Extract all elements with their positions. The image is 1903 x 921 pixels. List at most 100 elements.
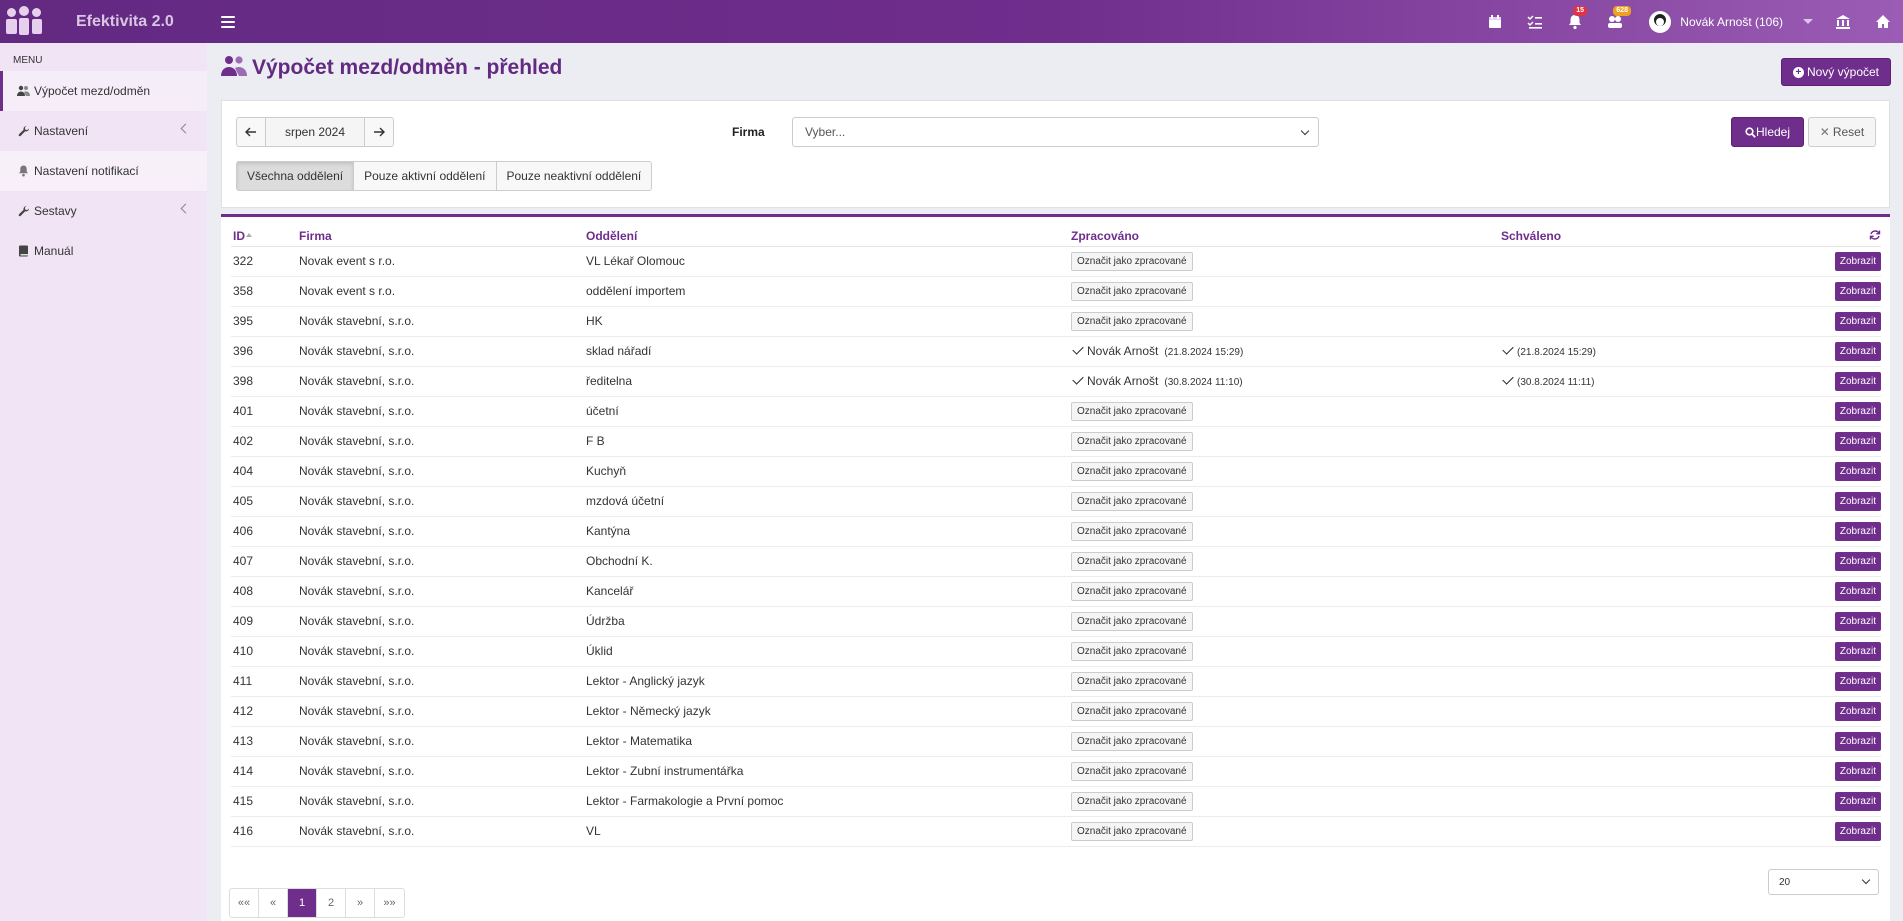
notifications-bell-icon[interactable]: 15: [1567, 5, 1588, 30]
show-button[interactable]: Zobrazit: [1834, 401, 1881, 421]
calculations-table: ID Firma Oddělení Zpracováno Schváleno 3…: [231, 227, 1881, 847]
show-button[interactable]: Zobrazit: [1834, 491, 1881, 511]
calendar-icon[interactable]: [1487, 14, 1503, 30]
show-button[interactable]: Zobrazit: [1834, 671, 1881, 691]
reset-button[interactable]: ✕ Reset: [1808, 117, 1876, 147]
pagination-next[interactable]: »: [346, 889, 375, 917]
sidebar-item-notifikace[interactable]: Nastavení notifikací: [0, 151, 207, 191]
show-button[interactable]: Zobrazit: [1834, 701, 1881, 721]
cell-id: 402: [231, 426, 299, 457]
mark-processed-button[interactable]: Označit jako zpracované: [1071, 251, 1193, 271]
cell-actions: Zobrazit: [1831, 276, 1881, 307]
pagination-last[interactable]: »»: [375, 889, 404, 917]
mark-processed-button[interactable]: Označit jako zpracované: [1071, 461, 1193, 481]
show-button[interactable]: Zobrazit: [1834, 551, 1881, 571]
mark-processed-button[interactable]: Označit jako zpracované: [1071, 491, 1193, 511]
mark-processed-button[interactable]: Označit jako zpracované: [1071, 641, 1193, 661]
cell-id: 404: [231, 456, 299, 487]
segment-all-departments[interactable]: Všechna oddělení: [237, 162, 355, 190]
cell-firma: Novák stavební, s.r.o.: [299, 756, 586, 787]
refresh-icon[interactable]: [1869, 229, 1881, 244]
show-button[interactable]: Zobrazit: [1834, 761, 1881, 781]
firma-select[interactable]: Vyber...: [792, 117, 1319, 147]
menu-toggle-icon[interactable]: [221, 15, 235, 28]
pagination-first[interactable]: ««: [230, 889, 259, 917]
column-header-id[interactable]: ID: [231, 227, 299, 247]
show-button[interactable]: Zobrazit: [1834, 251, 1881, 271]
mark-processed-button[interactable]: Označit jako zpracované: [1071, 611, 1193, 631]
mark-processed-button[interactable]: Označit jako zpracované: [1071, 521, 1193, 541]
column-header-zpracovano[interactable]: Zpracováno: [1071, 227, 1501, 247]
sidebar-item-vypocet[interactable]: Výpočet mezd/odměn: [0, 71, 207, 111]
segment-inactive-departments[interactable]: Pouze neaktivní oddělení: [496, 162, 652, 190]
sidebar-item-nastaveni[interactable]: Nastavení: [0, 111, 207, 151]
mark-processed-button[interactable]: Označit jako zpracované: [1071, 701, 1193, 721]
column-header-firma[interactable]: Firma: [299, 227, 586, 247]
cell-id: 398: [231, 366, 299, 397]
show-button[interactable]: Zobrazit: [1834, 731, 1881, 751]
home-icon[interactable]: [1875, 14, 1891, 30]
show-button[interactable]: Zobrazit: [1834, 821, 1881, 841]
segment-active-departments[interactable]: Pouze aktivní oddělení: [354, 162, 497, 190]
cell-firma: Novák stavební, s.r.o.: [299, 636, 586, 667]
messages-icon[interactable]: 628: [1607, 5, 1631, 30]
cell-actions: Zobrazit: [1831, 816, 1881, 847]
cell-actions: Zobrazit: [1831, 366, 1881, 397]
pagination-prev[interactable]: «: [259, 889, 288, 917]
table-row: 404 Novák stavební, s.r.o. Kuchyň Označit j…: [231, 456, 1881, 487]
mark-processed-button[interactable]: Označit jako zpracované: [1071, 761, 1193, 781]
show-button[interactable]: Zobrazit: [1834, 791, 1881, 811]
cell-actions: Zobrazit: [1831, 336, 1881, 367]
mark-processed-button[interactable]: Označit jako zpracované: [1071, 311, 1193, 331]
mark-processed-button[interactable]: Označit jako zpracované: [1071, 281, 1193, 301]
cell-firma: Novák stavební, s.r.o.: [299, 816, 586, 847]
new-calculation-button[interactable]: + Nový výpočet: [1780, 58, 1891, 86]
mark-processed-button[interactable]: Označit jako zpracované: [1071, 581, 1193, 601]
show-button[interactable]: Zobrazit: [1834, 341, 1881, 361]
next-month-button[interactable]: [365, 118, 393, 146]
table-header-row: ID Firma Oddělení Zpracováno Schváleno: [231, 227, 1881, 247]
previous-month-button[interactable]: [237, 118, 265, 146]
show-button[interactable]: Zobrazit: [1834, 611, 1881, 631]
mark-processed-button[interactable]: Označit jako zpracované: [1071, 551, 1193, 571]
show-button[interactable]: Zobrazit: [1834, 641, 1881, 661]
cell-actions: Zobrazit: [1831, 426, 1881, 457]
show-button[interactable]: Zobrazit: [1834, 431, 1881, 451]
check-icon: [1502, 343, 1514, 355]
mark-processed-button[interactable]: Označit jako zpracované: [1071, 671, 1193, 691]
mark-processed-button[interactable]: Označit jako zpracované: [1071, 431, 1193, 451]
search-button[interactable]: Hledej: [1731, 117, 1804, 147]
bank-icon[interactable]: [1835, 14, 1851, 30]
cell-firma: Novák stavební, s.r.o.: [299, 426, 586, 457]
table-row: 408 Novák stavební, s.r.o. Kancelář Označit…: [231, 576, 1881, 607]
page-size-select[interactable]: 20: [1768, 869, 1879, 895]
show-button[interactable]: Zobrazit: [1834, 581, 1881, 601]
sidebar-item-manual[interactable]: Manuál: [0, 231, 207, 271]
show-button[interactable]: Zobrazit: [1834, 311, 1881, 331]
mark-processed-button[interactable]: Označit jako zpracované: [1071, 791, 1193, 811]
sidebar-item-label: Sestavy: [34, 204, 77, 218]
brand[interactable]: Efektivita 2.0: [0, 0, 207, 43]
cell-id: 409: [231, 606, 299, 637]
show-button[interactable]: Zobrazit: [1834, 461, 1881, 481]
mark-processed-button[interactable]: Označit jako zpracované: [1071, 821, 1193, 841]
column-header-schvaleno[interactable]: Schváleno: [1501, 227, 1831, 247]
sidebar-item-sestavy[interactable]: Sestavy: [0, 191, 207, 231]
cell-oddeleni: účetní: [586, 396, 1071, 427]
cell-id: 414: [231, 756, 299, 787]
user-menu[interactable]: Novák Arnošt (106): [1649, 10, 1813, 33]
mark-processed-button[interactable]: Označit jako zpracované: [1071, 731, 1193, 751]
cell-firma: Novák stavební, s.r.o.: [299, 606, 586, 637]
show-button[interactable]: Zobrazit: [1834, 281, 1881, 301]
pagination-page-1[interactable]: 1: [288, 889, 317, 917]
arrow-left-icon: [245, 127, 256, 137]
show-button[interactable]: Zobrazit: [1834, 371, 1881, 391]
column-header-oddeleni[interactable]: Oddělení: [586, 227, 1071, 247]
chevron-down-icon: [1861, 875, 1871, 885]
table-row: 322 Novak event s r.o. VL Lékař Olomouc Ozn…: [231, 246, 1881, 277]
show-button[interactable]: Zobrazit: [1834, 521, 1881, 541]
table-row: 415 Novák stavební, s.r.o. Lektor - Farmak…: [231, 786, 1881, 817]
tasks-icon[interactable]: [1527, 14, 1543, 30]
pagination-page-2[interactable]: 2: [317, 889, 346, 917]
mark-processed-button[interactable]: Označit jako zpracované: [1071, 401, 1193, 421]
